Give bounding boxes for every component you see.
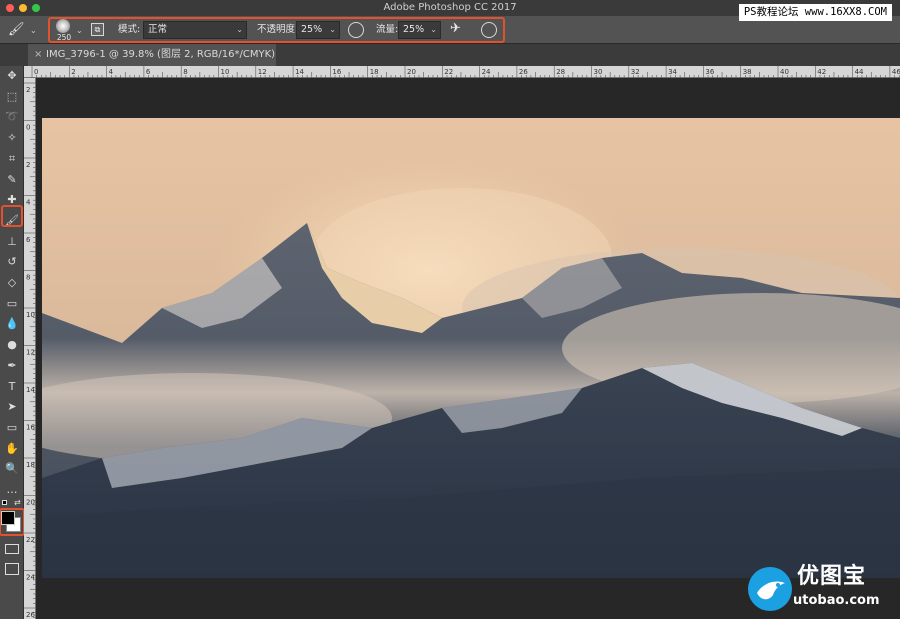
- ruler-left-label: 26: [26, 611, 35, 619]
- ruler-left-label: 10: [26, 311, 35, 319]
- clone-stamp-tool-icon[interactable]: ⊥: [3, 233, 21, 251]
- ruler-top-label: 44: [855, 68, 864, 76]
- pen-tool-icon[interactable]: ✒: [3, 357, 21, 375]
- logo-text: 优图宝: [797, 564, 867, 589]
- history-brush-tool-icon[interactable]: ↺: [3, 253, 21, 271]
- ruler-left-label: 22: [26, 536, 35, 544]
- rectangle-tool-icon[interactable]: ▭: [3, 419, 21, 437]
- ruler-top-label: 30: [594, 68, 603, 76]
- type-tool-icon[interactable]: T: [3, 378, 21, 396]
- bird-logo-icon: [748, 567, 792, 611]
- document-canvas[interactable]: [36, 78, 900, 619]
- watermark-top: PS教程论坛 www.16XX8.COM: [738, 4, 892, 21]
- dodge-tool-icon[interactable]: ●: [3, 336, 21, 354]
- path-selection-tool-icon[interactable]: ➤: [3, 398, 21, 416]
- ruler-top-label: 4: [109, 68, 114, 76]
- ruler-top-label: 38: [743, 68, 752, 76]
- ruler-top-label: 22: [444, 68, 453, 76]
- move-tool-icon[interactable]: ✥: [3, 67, 21, 85]
- ruler-left-label: 0: [26, 124, 30, 132]
- marquee-tool-icon[interactable]: ⬚: [3, 88, 21, 106]
- close-tab-icon[interactable]: ×: [34, 44, 42, 66]
- brush-tool-highlight: [1, 205, 23, 227]
- ruler-top-label: 16: [332, 68, 341, 76]
- hand-tool-icon[interactable]: ✋: [3, 440, 21, 458]
- vertical-ruler: 2 0 2 4 6 8 10 12 14 16 18 20 22 24 26: [24, 78, 36, 619]
- ruler-top-label: 10: [221, 68, 230, 76]
- ruler-left-label: 8: [26, 274, 30, 282]
- ruler-top-label: 28: [556, 68, 565, 76]
- ruler-top-label: 40: [780, 68, 789, 76]
- screen-mode-icon[interactable]: [5, 563, 19, 575]
- eraser-tool-icon[interactable]: ◇: [3, 274, 21, 292]
- zoom-tool-icon[interactable]: 🔍: [3, 460, 21, 478]
- ruler-top-label: 24: [482, 68, 491, 76]
- document-tab-bar: × IMG_3796-1 @ 39.8% (图层 2, RGB/16*/CMYK…: [0, 44, 900, 82]
- ruler-left-label: 4: [26, 199, 31, 207]
- options-highlight-box: [48, 17, 505, 43]
- horizontal-ruler: 0 2 4 6 8 10 12 14 16 18 20 22 24 26 28 30 32 34 36 38 40 42 4…: [24, 66, 900, 78]
- ruler-top-label: 8: [183, 68, 187, 76]
- eyedropper-tool-icon[interactable]: ✎: [3, 171, 21, 189]
- ruler-left-label: 6: [26, 236, 31, 244]
- utobao-logo: 优图宝 utobao.com: [745, 561, 895, 616]
- ruler-left-label: 20: [26, 499, 35, 507]
- ruler-top-label: 34: [668, 68, 677, 76]
- crop-tool-icon[interactable]: ⌗: [3, 150, 21, 168]
- ruler-top-label: 32: [631, 68, 640, 76]
- chevron-down-icon[interactable]: ⌄: [30, 24, 37, 38]
- quick-mask-icon[interactable]: [5, 544, 19, 554]
- ruler-left-label: 2: [26, 86, 30, 94]
- ruler-left-label: 16: [26, 424, 35, 432]
- lasso-tool-icon[interactable]: ➰: [3, 108, 21, 126]
- tools-panel: ✥ ⬚ ➰ ✧ ⌗ ✎ ✚ 🖌 ⊥ ↺ ◇ ▭ 💧 ● ✒ T ➤ ▭ ✋ 🔍… ⇄: [0, 66, 25, 619]
- blur-tool-icon[interactable]: 💧: [3, 315, 21, 333]
- ruler-left-label: 24: [26, 574, 35, 582]
- ruler-top-label: 18: [370, 68, 379, 76]
- brush-preset-icon[interactable]: 🖌: [8, 23, 25, 37]
- ruler-top-label: 42: [817, 68, 826, 76]
- color-swatch-highlight: [0, 508, 25, 536]
- default-colors-icon[interactable]: [2, 500, 7, 505]
- ruler-top-label: 2: [71, 68, 75, 76]
- ruler-top-label: 0: [34, 68, 38, 76]
- photoshop-window: Adobe Photoshop CC 2017 PS教程论坛 www.16XX8…: [0, 0, 900, 619]
- ruler-top-label: 6: [146, 68, 151, 76]
- magic-wand-tool-icon[interactable]: ✧: [3, 129, 21, 147]
- more-tools-icon[interactable]: …: [3, 481, 21, 499]
- ruler-left-label: 12: [26, 349, 35, 357]
- ruler-top-label: 20: [407, 68, 416, 76]
- ruler-left-label: 14: [26, 386, 35, 394]
- swap-colors-icon[interactable]: ⇄: [14, 498, 21, 507]
- ruler-top-label: 46: [892, 68, 900, 76]
- ruler-top-label: 26: [519, 68, 528, 76]
- ruler-left-label: 18: [26, 461, 35, 469]
- ruler-top-label: 14: [295, 68, 304, 76]
- ruler-top-label: 36: [705, 68, 714, 76]
- ruler-left-label: 2: [26, 161, 30, 169]
- mountain-photo: [42, 118, 900, 578]
- logo-url: utobao.com: [793, 593, 880, 608]
- document-tab[interactable]: × IMG_3796-1 @ 39.8% (图层 2, RGB/16*/CMYK…: [28, 44, 276, 82]
- gradient-tool-icon[interactable]: ▭: [3, 295, 21, 313]
- ruler-top-label: 12: [258, 68, 267, 76]
